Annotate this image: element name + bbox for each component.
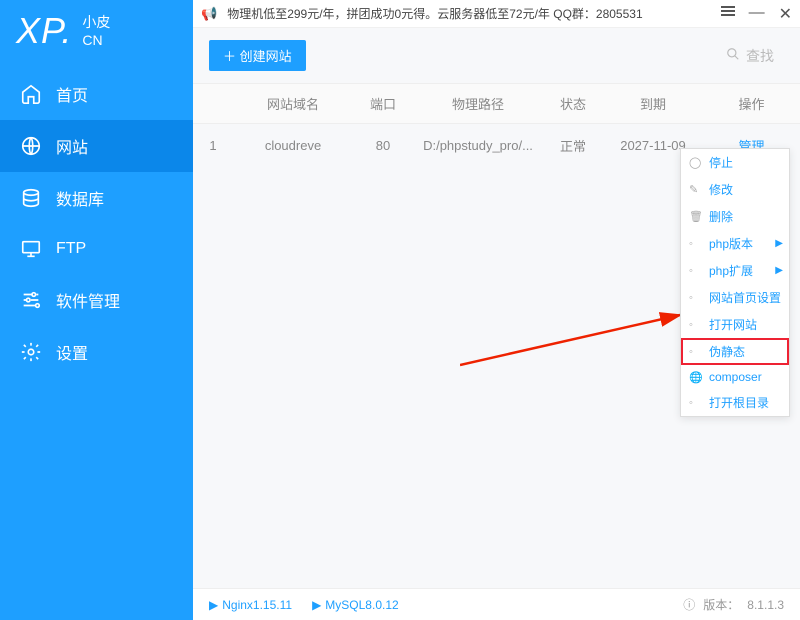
dot-icon: ◦ xyxy=(689,346,703,358)
minimize-button[interactable]: — xyxy=(749,4,765,24)
sidebar: XP. 小皮 CN 首页 网站 数据库 FTP xyxy=(0,0,193,620)
row-path: D:/phpstudy_pro/... xyxy=(413,138,543,153)
search-label: 查找 xyxy=(746,46,774,66)
promo-text: 物理机低至299元/年，拼团成功0元得。云服务器低至72元/年 QQ群：2805… xyxy=(221,5,720,22)
service-nginx[interactable]: ▶Nginx1.15.11 xyxy=(209,598,292,612)
topbar: 📢 物理机低至299元/年，拼团成功0元得。云服务器低至72元/年 QQ群：28… xyxy=(193,0,800,28)
col-port: 端口 xyxy=(353,94,413,113)
col-expire: 到期 xyxy=(603,94,703,113)
sidebar-item-software[interactable]: 软件管理 xyxy=(0,274,193,326)
ctx-open-site[interactable]: ◦打开网站 xyxy=(681,311,789,338)
info-icon[interactable]: ⓘ xyxy=(683,596,695,613)
logo: XP. 小皮 CN xyxy=(0,0,193,68)
ctx-pseudo-static[interactable]: ◦伪静态 xyxy=(681,338,789,365)
play-icon: ▶ xyxy=(209,598,218,612)
col-action: 操作 xyxy=(703,94,800,113)
home-icon xyxy=(20,83,42,105)
toolbar: ＋ 创建网站 查找 xyxy=(193,28,800,83)
context-menu: ◯停止 ✎修改 🗑删除 ◦php版本▶ ◦php扩展▶ ◦网站首页设置 ◦打开网… xyxy=(680,148,790,417)
row-status: 正常 xyxy=(543,136,603,155)
logo-cn: 小皮 CN xyxy=(82,13,110,49)
version-label: 版本： xyxy=(703,596,739,613)
sidebar-item-label: 设置 xyxy=(56,340,88,364)
ctx-open-root[interactable]: ◦打开根目录 xyxy=(681,389,789,416)
search-box[interactable]: 查找 xyxy=(726,46,784,66)
dot-icon: ◦ xyxy=(689,319,703,331)
col-status: 状态 xyxy=(543,94,603,113)
sidebar-item-label: FTP xyxy=(56,240,86,258)
ctx-php-version[interactable]: ◦php版本▶ xyxy=(681,230,789,257)
ctx-stop[interactable]: ◯停止 xyxy=(681,149,789,176)
sidebar-item-label: 数据库 xyxy=(56,186,104,210)
chevron-right-icon: ▶ xyxy=(775,265,783,276)
database-icon xyxy=(20,187,42,209)
ctx-php-ext[interactable]: ◦php扩展▶ xyxy=(681,257,789,284)
row-num: 1 xyxy=(193,138,233,153)
stop-icon: ◯ xyxy=(689,156,703,169)
sidebar-item-home[interactable]: 首页 xyxy=(0,68,193,120)
col-domain: 网站域名 xyxy=(233,94,353,113)
ctx-edit[interactable]: ✎修改 xyxy=(681,176,789,203)
chevron-right-icon: ▶ xyxy=(775,238,783,249)
edit-icon: ✎ xyxy=(689,183,703,196)
dot-icon: ◦ xyxy=(689,265,703,277)
ctx-composer[interactable]: 🌐composer xyxy=(681,365,789,389)
sidebar-item-ftp[interactable]: FTP xyxy=(0,224,193,274)
sidebar-item-website[interactable]: 网站 xyxy=(0,120,193,172)
logo-text: XP. xyxy=(16,10,72,52)
speaker-icon: 📢 xyxy=(201,6,217,22)
ctx-homepage[interactable]: ◦网站首页设置 xyxy=(681,284,789,311)
sidebar-item-label: 网站 xyxy=(56,134,88,158)
close-button[interactable]: ✕ xyxy=(779,4,792,24)
sidebar-item-label: 软件管理 xyxy=(56,288,120,312)
dot-icon: ◦ xyxy=(689,238,703,250)
globe-icon: 🌐 xyxy=(689,371,703,384)
statusbar: ▶Nginx1.15.11 ▶MySQL8.0.12 ⓘ 版本： 8.1.1.3 xyxy=(193,588,800,620)
dot-icon: ◦ xyxy=(689,397,703,409)
ftp-icon xyxy=(20,238,42,260)
search-icon xyxy=(726,47,740,64)
row-port: 80 xyxy=(353,138,413,153)
row-domain: cloudreve xyxy=(233,138,353,153)
version: 8.1.1.3 xyxy=(747,598,784,612)
menu-icon[interactable] xyxy=(721,4,735,24)
window-controls: — ✕ xyxy=(721,4,792,24)
service-mysql[interactable]: ▶MySQL8.0.12 xyxy=(312,598,399,612)
nav: 首页 网站 数据库 FTP 软件管理 设置 xyxy=(0,68,193,620)
sliders-icon xyxy=(20,289,42,311)
play-icon: ▶ xyxy=(312,598,321,612)
table-header: 网站域名 端口 物理路径 状态 到期 操作 xyxy=(193,83,800,124)
ctx-delete[interactable]: 🗑删除 xyxy=(681,203,789,230)
trash-icon: 🗑 xyxy=(689,210,703,223)
dot-icon: ◦ xyxy=(689,292,703,304)
globe-icon xyxy=(20,135,42,157)
gear-icon xyxy=(20,341,42,363)
sidebar-item-label: 首页 xyxy=(56,82,88,106)
sidebar-item-settings[interactable]: 设置 xyxy=(0,326,193,378)
col-path: 物理路径 xyxy=(413,94,543,113)
create-website-button[interactable]: ＋ 创建网站 xyxy=(209,40,306,71)
sidebar-item-database[interactable]: 数据库 xyxy=(0,172,193,224)
